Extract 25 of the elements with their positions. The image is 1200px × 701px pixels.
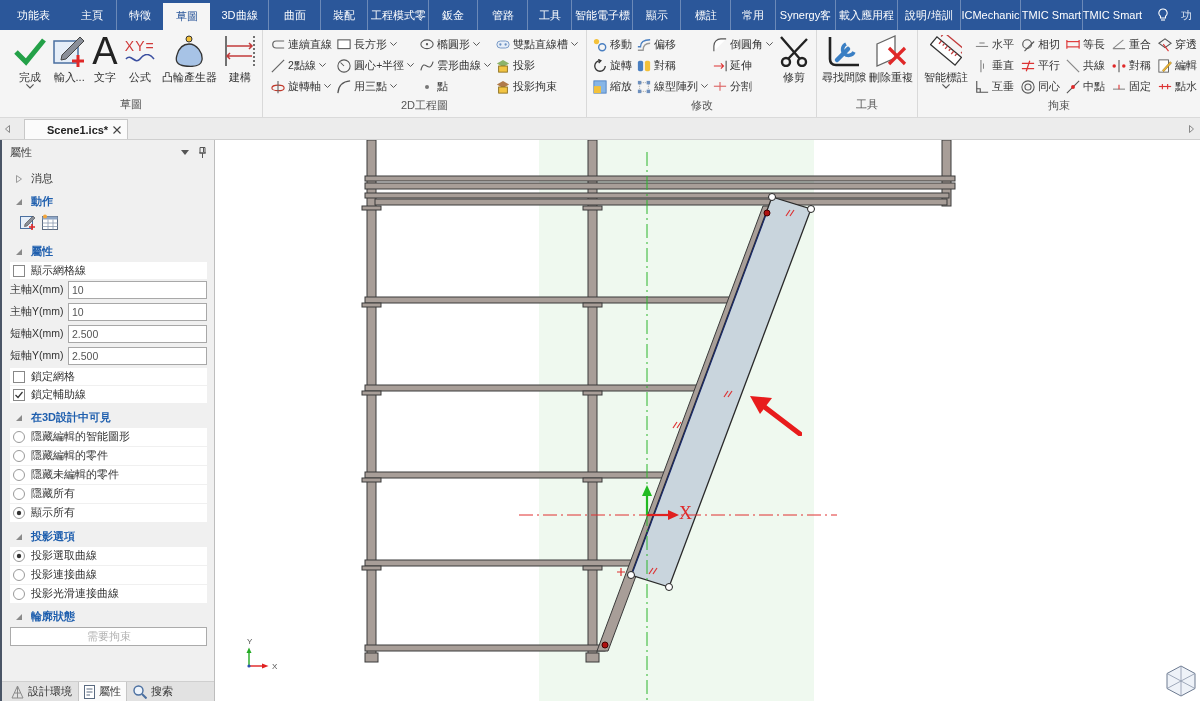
group-label: 拘束	[1046, 98, 1071, 113]
group-label: 工具	[855, 97, 879, 112]
status-display: 需要拘束	[10, 627, 207, 646]
group-label: 草圖	[119, 97, 143, 112]
axis-label: X	[679, 503, 692, 523]
radio-label: 隱藏所有	[31, 487, 75, 501]
radio-label: 顯示所有	[31, 506, 75, 520]
radio-label: 投影選取曲線	[31, 549, 97, 563]
field-label: 短軸Y(mm)	[10, 349, 65, 363]
radio-label: 隱藏編輯的智能圖形	[31, 430, 130, 444]
field-label: 短軸X(mm)	[10, 327, 65, 341]
checkbox-label: 顯示網格線	[31, 263, 86, 278]
axis-label: X	[272, 662, 278, 671]
group-label: 2D工程圖	[399, 98, 450, 113]
checkbox-label: 鎖定輔助線	[31, 387, 86, 402]
checkbox-label: 鎖定網格	[31, 369, 75, 384]
field-label: 主軸Y(mm)	[10, 305, 65, 319]
axis-label: Y	[247, 637, 253, 646]
radio-label: 隱藏編輯的零件	[31, 449, 108, 463]
radio-label: 投影光滑連接曲線	[31, 587, 119, 601]
radio-label: 隱藏未編輯的零件	[31, 468, 119, 482]
field-label: 主軸X(mm)	[10, 283, 65, 297]
group-label: 修改	[689, 98, 714, 113]
radio-label: 投影連接曲線	[31, 568, 97, 582]
panel-title: 屬性	[10, 144, 33, 160]
